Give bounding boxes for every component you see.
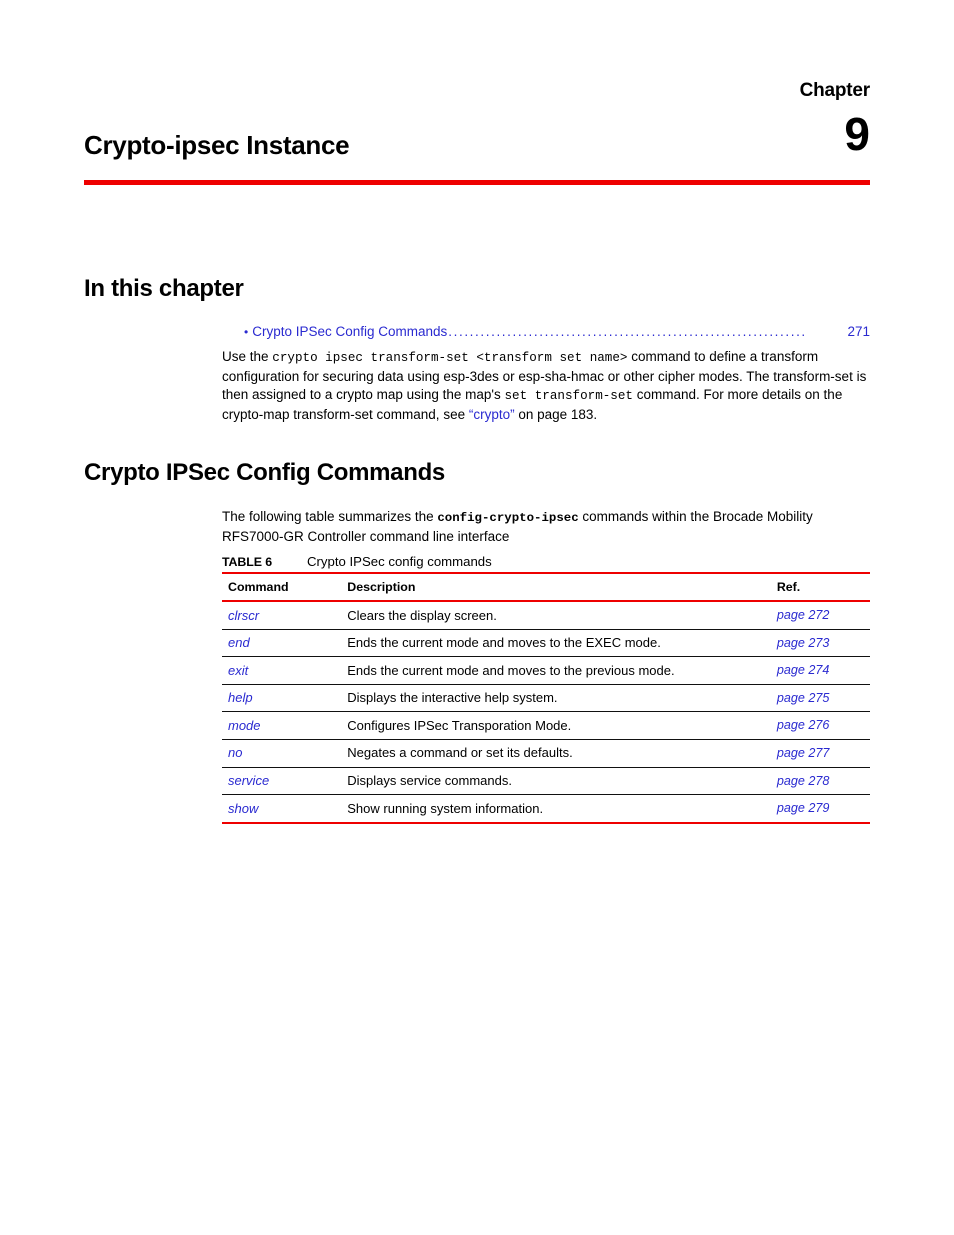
table-row: exit Ends the current mode and moves to … [222,656,870,685]
command-link[interactable]: no [228,745,242,760]
cell-ref: page 277 [776,739,870,768]
section-heading-crypto-ipsec-config-commands: Crypto IPSec Config Commands [84,459,445,486]
cell-command: show [222,794,348,824]
ref-page-link[interactable]: page 276 [777,718,830,732]
cell-ref: page 279 [776,794,870,824]
cell-command: help [222,684,348,713]
cell-description: Displays the interactive help system. [347,684,777,713]
chapter-marker: Chapter 9 [670,80,871,160]
table-intro-paragraph: The following table summarizes the confi… [222,508,872,546]
table-title: Crypto IPSec config commands [307,554,492,569]
table-caption: TABLE 6 Crypto IPSec config commands [222,553,872,571]
cell-description: Configures IPSec Transporation Mode. [347,711,777,740]
cell-command: exit [222,656,348,685]
toc-entry[interactable]: • Crypto IPSec Config Commands .........… [244,323,870,341]
ref-page-link[interactable]: page 277 [777,746,830,760]
intro-text-part1: Use the [222,349,273,364]
ref-page-link[interactable]: page 279 [777,801,830,815]
cell-description: Ends the current mode and moves to the E… [347,629,777,658]
cell-ref: page 272 [776,601,870,630]
bullet-icon: • [244,325,249,339]
cell-ref: page 278 [776,767,870,796]
crypto-cross-reference-link[interactable]: “crypto” [469,407,515,422]
table-row: mode Configures IPSec Transporation Mode… [222,711,870,740]
table-row: show Show running system information. pa… [222,794,870,824]
cell-command: clrscr [222,601,348,630]
table-row: no Negates a command or set its defaults… [222,739,870,768]
table-number: TABLE 6 [222,555,273,569]
cell-description: Ends the current mode and moves to the p… [347,656,777,685]
cell-ref: page 273 [776,629,870,658]
cell-ref: page 276 [776,711,870,740]
command-link[interactable]: help [228,690,253,705]
chapter-label: Chapter [799,80,871,101]
ref-page-link[interactable]: page 273 [777,636,830,650]
command-link[interactable]: clrscr [228,608,259,623]
toc-entry-label[interactable]: Crypto IPSec Config Commands [252,323,447,341]
toc-page-number[interactable]: 271 [847,323,870,341]
table-row: clrscr Clears the display screen. page 2… [222,601,870,630]
inline-code-transform-set: crypto ipsec transform-set <transform se… [272,351,628,365]
cell-description: Clears the display screen. [347,601,777,630]
column-header-ref: Ref. [776,572,870,602]
command-link[interactable]: service [228,773,269,788]
table-row: help Displays the interactive help syste… [222,684,870,713]
cell-command: end [222,629,348,658]
ref-page-link[interactable]: page 272 [777,608,830,622]
intro-paragraph: Use the crypto ipsec transform-set <tran… [222,348,872,424]
command-link[interactable]: show [228,801,258,816]
cell-description: Negates a command or set its defaults. [347,739,777,768]
command-link[interactable]: end [228,635,250,650]
table-header-row: Command Description Ref. [222,572,870,602]
ref-page-link[interactable]: page 275 [777,691,830,705]
cell-description: Show running system information. [347,794,777,824]
table-row: end Ends the current mode and moves to t… [222,629,870,658]
section-heading-in-this-chapter: In this chapter [84,275,244,302]
table-header: Command Description Ref. [222,572,870,602]
cell-description: Displays service commands. [347,767,777,796]
command-link[interactable]: exit [228,663,248,678]
command-link[interactable]: mode [228,718,261,733]
cell-command: mode [222,711,348,740]
cell-command: service [222,767,348,796]
intro-text-part4: on page 183. [514,406,598,422]
column-header-command: Command [222,572,348,602]
cell-ref: page 274 [776,656,870,685]
ref-page-link[interactable]: page 274 [777,663,830,677]
crypto-ipsec-commands-table: Command Description Ref. clrscr Clears t… [222,572,870,824]
cell-ref: page 275 [776,684,870,713]
column-header-description: Description [347,572,777,602]
toc-dot-leader: ........................................… [448,324,807,339]
inline-code-set-transform-set: set transform-set [504,389,633,404]
table-row: service Displays service commands. page … [222,767,870,796]
ref-page-link[interactable]: page 278 [777,774,830,788]
title-divider [84,180,870,185]
table-intro-part1: The following table summarizes the [222,509,438,524]
inline-code-config-crypto-ipsec: config-crypto-ipsec [437,511,579,525]
cell-command: no [222,739,348,768]
table-body: clrscr Clears the display screen. page 2… [222,601,870,824]
chapter-number: 9 [844,108,870,160]
document-page: Chapter 9 Crypto-ipsec Instance In this … [0,0,954,1235]
page-title: Crypto-ipsec Instance [84,130,350,160]
